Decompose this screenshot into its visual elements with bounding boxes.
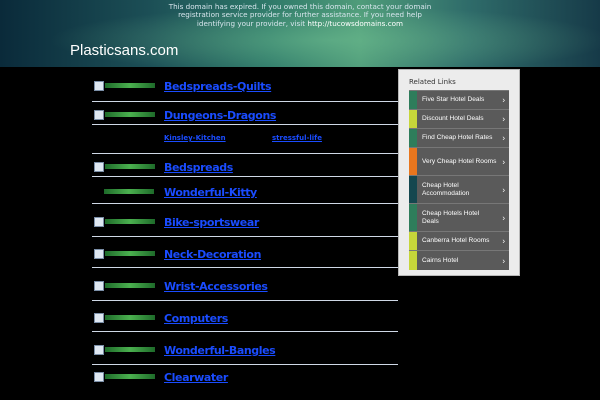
accent-bar: [409, 110, 417, 128]
accent-bar: [409, 176, 417, 203]
thumbnail-icon: [94, 345, 156, 355]
row-link[interactable]: Dungeons-Dragons: [164, 109, 276, 122]
related-links-panel: Related Links Five Star Hotel Deals › Di…: [398, 69, 520, 276]
list-item: Kinsley-Kitchen stressful-life: [92, 125, 398, 154]
thumbnail-icon: [94, 217, 156, 227]
related-link-item[interactable]: Discount Hotel Deals ›: [409, 109, 509, 128]
list-item: Computers: [92, 301, 398, 332]
list-item: Bedspreads-Quilts: [92, 69, 398, 102]
row-link[interactable]: Wonderful-Kitty: [164, 186, 257, 199]
related-link-item[interactable]: Canberra Hotel Rooms ›: [409, 231, 509, 250]
list-item: Wonderful-Kitty: [92, 177, 398, 204]
list-item: Wonderful-Bangles: [92, 332, 398, 365]
row-link[interactable]: Clearwater: [164, 371, 228, 384]
related-link-label: Find Cheap Hotel Rates: [422, 134, 493, 141]
thumbnail-icon: [94, 281, 156, 291]
thumbnail-icon: [94, 81, 156, 91]
chevron-right-icon: ›: [502, 213, 505, 222]
domain-title: Plasticsans.com: [70, 42, 179, 59]
row-link[interactable]: Computers: [164, 312, 228, 325]
accent-bar: [409, 129, 417, 147]
related-links-list: Five Star Hotel Deals › Discount Hotel D…: [409, 90, 509, 270]
related-link-label: Discount Hotel Deals: [422, 115, 484, 122]
chevron-right-icon: ›: [502, 157, 505, 166]
row-link[interactable]: Wrist-Accessories: [164, 280, 268, 293]
accent-bar: [409, 91, 417, 109]
list-item: Clearwater: [92, 365, 398, 387]
list-item: Bike-sportswear: [92, 204, 398, 237]
related-link-label: Very Cheap Hotel Rooms: [422, 157, 497, 165]
chevron-right-icon: ›: [502, 185, 505, 194]
row-link[interactable]: Bedspreads: [164, 161, 233, 174]
list-item: Bedspreads: [92, 154, 398, 177]
row-link[interactable]: Bedspreads-Quilts: [164, 80, 272, 93]
accent-bar: [409, 204, 417, 231]
accent-bar: [409, 148, 417, 175]
related-link-label: Five Star Hotel Deals: [422, 96, 485, 103]
list-item: Neck-Decoration: [92, 237, 398, 268]
expired-line-3-prefix: identifying your provider, visit: [196, 18, 308, 28]
thumbnail-icon: [94, 187, 156, 196]
related-link-item[interactable]: Cairns Hotel ›: [409, 250, 509, 270]
link-list: Bedspreads-Quilts Dungeons-Dragons Kinsl…: [92, 69, 398, 389]
thumbnail-icon: [94, 372, 156, 382]
accent-bar: [409, 232, 417, 250]
related-link-label: Canberra Hotel Rooms: [422, 237, 490, 244]
related-link-item[interactable]: Cheap Hotel Accommodation ›: [409, 175, 509, 203]
thumbnail-icon: [94, 249, 156, 259]
related-link-label: Cheap Hotel Accommodation: [422, 181, 470, 197]
row-link[interactable]: Neck-Decoration: [164, 248, 261, 261]
row-sublink-left[interactable]: Kinsley-Kitchen: [164, 134, 226, 142]
chevron-right-icon: ›: [502, 114, 505, 124]
thumbnail-icon: [94, 313, 156, 323]
chevron-right-icon: ›: [502, 256, 505, 265]
related-link-item[interactable]: Five Star Hotel Deals ›: [409, 90, 509, 109]
list-item: Wrist-Accessories: [92, 268, 398, 301]
related-link-item[interactable]: Cheap Hotels Hotel Deals ›: [409, 203, 509, 231]
accent-bar: [409, 251, 417, 270]
tucows-link[interactable]: http://tucowsdomains.com: [307, 19, 403, 28]
chevron-right-icon: ›: [502, 236, 505, 246]
row-link[interactable]: Bike-sportswear: [164, 216, 259, 229]
related-links-title: Related Links: [409, 78, 456, 86]
list-item: Dungeons-Dragons: [92, 102, 398, 125]
row-link[interactable]: Wonderful-Bangles: [164, 344, 276, 357]
thumbnail-icon: [94, 110, 156, 120]
related-link-label: Cheap Hotels Hotel Deals: [422, 209, 480, 225]
related-link-item[interactable]: Very Cheap Hotel Rooms ›: [409, 147, 509, 175]
row-sublink-right[interactable]: stressful-life: [272, 134, 322, 142]
related-link-label: Cairns Hotel: [422, 256, 459, 264]
expired-line-3: identifying your provider, visit http://…: [150, 18, 450, 28]
chevron-right-icon: ›: [502, 133, 505, 143]
related-link-item[interactable]: Find Cheap Hotel Rates ›: [409, 128, 509, 147]
expired-notice: This domain has expired. If you owned th…: [150, 2, 450, 28]
thumbnail-icon: [94, 162, 156, 172]
chevron-right-icon: ›: [502, 95, 505, 105]
